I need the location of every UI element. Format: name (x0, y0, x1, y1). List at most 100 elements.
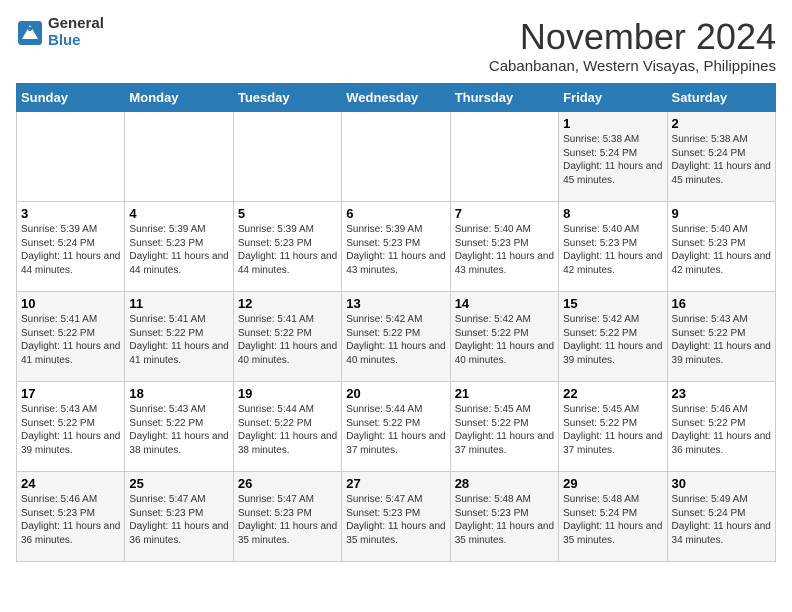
calendar-cell: 7 Sunrise: 5:40 AM Sunset: 5:23 PM Daylig… (450, 202, 558, 292)
day-info: Sunrise: 5:40 AM Sunset: 5:23 PM Dayligh… (563, 223, 662, 277)
day-number: 28 (455, 476, 554, 491)
calendar-cell (342, 112, 450, 202)
calendar-cell: 12Sunrise: 5:41 AM Sunset: 5:22 PM Dayli… (233, 292, 341, 382)
day-number: 10 (21, 296, 120, 311)
calendar-week-3: 10 Sunrise: 5:41 AM Sunset: 5:22 PM Dayli… (17, 292, 776, 382)
calendar-cell: 5 Sunrise: 5:39 AM Sunset: 5:23 PM Daylig… (233, 202, 341, 292)
weekday-header-monday: Monday (125, 84, 233, 112)
calendar-cell: 17Sunrise: 5:43 AM Sunset: 5:22 PM Dayli… (17, 382, 125, 472)
day-number: 19 (238, 386, 337, 401)
day-number: 25 (129, 476, 228, 491)
weekday-header-wednesday: Wednesday (342, 84, 450, 112)
day-info: Sunrise: 5:41 AM Sunset: 5:22 PM Dayligh… (129, 313, 228, 367)
calendar-cell: 3Sunrise: 5:39 AM Sunset: 5:24 PM Daylig… (17, 202, 125, 292)
day-number: 8 (563, 206, 662, 221)
calendar-cell (450, 112, 558, 202)
day-info: Sunrise: 5:47 AM Sunset: 5:23 PM Dayligh… (346, 493, 445, 547)
day-number: 6 (346, 206, 445, 221)
calendar-week-4: 17Sunrise: 5:43 AM Sunset: 5:22 PM Dayli… (17, 382, 776, 472)
day-number: 5 (238, 206, 337, 221)
calendar-cell: 27 Sunrise: 5:47 AM Sunset: 5:23 PM Dayli… (342, 472, 450, 562)
calendar-cell: 26 Sunrise: 5:47 AM Sunset: 5:23 PM Dayli… (233, 472, 341, 562)
header: General Blue November 2024 Cabanbanan, W… (16, 16, 776, 75)
day-info: Sunrise: 5:44 AM Sunset: 5:22 PM Dayligh… (238, 403, 337, 457)
calendar-cell (233, 112, 341, 202)
day-info: Sunrise: 5:41 AM Sunset: 5:22 PM Dayligh… (238, 313, 337, 367)
calendar-cell: 29 Sunrise: 5:48 AM Sunset: 5:24 PM Dayli… (559, 472, 667, 562)
day-info: Sunrise: 5:43 AM Sunset: 5:22 PM Dayligh… (672, 313, 771, 367)
day-info: Sunrise: 5:48 AM Sunset: 5:24 PM Dayligh… (563, 493, 662, 547)
day-number: 23 (672, 386, 771, 401)
calendar-cell: 18 Sunrise: 5:43 AM Sunset: 5:22 PM Dayli… (125, 382, 233, 472)
weekday-header-row: SundayMondayTuesdayWednesdayThursdayFrid… (17, 84, 776, 112)
weekday-header-thursday: Thursday (450, 84, 558, 112)
day-info: Sunrise: 5:39 AM Sunset: 5:23 PM Dayligh… (129, 223, 228, 277)
calendar-cell: 11Sunrise: 5:41 AM Sunset: 5:22 PM Dayli… (125, 292, 233, 382)
day-info: Sunrise: 5:40 AM Sunset: 5:23 PM Dayligh… (672, 223, 771, 277)
day-number: 13 (346, 296, 445, 311)
day-number: 21 (455, 386, 554, 401)
day-number: 4 (129, 206, 228, 221)
day-info: Sunrise: 5:47 AM Sunset: 5:23 PM Dayligh… (129, 493, 228, 547)
day-info: Sunrise: 5:39 AM Sunset: 5:23 PM Dayligh… (238, 223, 337, 277)
calendar-cell: 13Sunrise: 5:42 AM Sunset: 5:22 PM Dayli… (342, 292, 450, 382)
calendar-cell: 25 Sunrise: 5:47 AM Sunset: 5:23 PM Dayli… (125, 472, 233, 562)
calendar-cell: 20 Sunrise: 5:44 AM Sunset: 5:22 PM Dayli… (342, 382, 450, 472)
calendar-week-1: 1Sunrise: 5:38 AM Sunset: 5:24 PM Daylig… (17, 112, 776, 202)
day-number: 24 (21, 476, 120, 491)
calendar-cell: 2 Sunrise: 5:38 AM Sunset: 5:24 PM Daylig… (667, 112, 775, 202)
calendar-cell (125, 112, 233, 202)
calendar-cell: 24 Sunrise: 5:46 AM Sunset: 5:23 PM Dayli… (17, 472, 125, 562)
calendar-cell (17, 112, 125, 202)
day-info: Sunrise: 5:48 AM Sunset: 5:23 PM Dayligh… (455, 493, 554, 547)
weekday-header-friday: Friday (559, 84, 667, 112)
day-number: 15 (563, 296, 662, 311)
calendar-cell: 4 Sunrise: 5:39 AM Sunset: 5:23 PM Daylig… (125, 202, 233, 292)
weekday-header-saturday: Saturday (667, 84, 775, 112)
day-info: Sunrise: 5:44 AM Sunset: 5:22 PM Dayligh… (346, 403, 445, 457)
day-info: Sunrise: 5:42 AM Sunset: 5:22 PM Dayligh… (563, 313, 662, 367)
location-subtitle: Cabanbanan, Western Visayas, Philippines (489, 58, 776, 75)
calendar-cell: 21 Sunrise: 5:45 AM Sunset: 5:22 PM Dayli… (450, 382, 558, 472)
calendar-cell: 19 Sunrise: 5:44 AM Sunset: 5:22 PM Dayli… (233, 382, 341, 472)
calendar-table: SundayMondayTuesdayWednesdayThursdayFrid… (16, 83, 776, 562)
calendar-cell: 30 Sunrise: 5:49 AM Sunset: 5:24 PM Dayli… (667, 472, 775, 562)
day-info: Sunrise: 5:43 AM Sunset: 5:22 PM Dayligh… (129, 403, 228, 457)
calendar-cell: 8 Sunrise: 5:40 AM Sunset: 5:23 PM Daylig… (559, 202, 667, 292)
day-number: 30 (672, 476, 771, 491)
day-info: Sunrise: 5:39 AM Sunset: 5:24 PM Dayligh… (21, 223, 120, 277)
day-info: Sunrise: 5:47 AM Sunset: 5:23 PM Dayligh… (238, 493, 337, 547)
calendar-cell: 23Sunrise: 5:46 AM Sunset: 5:22 PM Dayli… (667, 382, 775, 472)
day-info: Sunrise: 5:42 AM Sunset: 5:22 PM Dayligh… (455, 313, 554, 367)
calendar-cell: 10Sunrise: 5:41 AM Sunset: 5:22 PM Dayli… (17, 292, 125, 382)
title-area: November 2024 Cabanbanan, Western Visaya… (489, 16, 776, 75)
logo-icon (16, 19, 44, 47)
day-number: 18 (129, 386, 228, 401)
day-number: 2 (672, 116, 771, 131)
logo: General Blue (16, 16, 104, 49)
month-title: November 2024 (489, 16, 776, 58)
day-number: 20 (346, 386, 445, 401)
day-number: 29 (563, 476, 662, 491)
calendar-cell: 28 Sunrise: 5:48 AM Sunset: 5:23 PM Dayli… (450, 472, 558, 562)
day-number: 27 (346, 476, 445, 491)
day-info: Sunrise: 5:46 AM Sunset: 5:23 PM Dayligh… (21, 493, 120, 547)
day-number: 22 (563, 386, 662, 401)
logo-blue-text: Blue (48, 33, 104, 50)
calendar-cell: 9 Sunrise: 5:40 AM Sunset: 5:23 PM Daylig… (667, 202, 775, 292)
weekday-header-sunday: Sunday (17, 84, 125, 112)
day-info: Sunrise: 5:45 AM Sunset: 5:22 PM Dayligh… (455, 403, 554, 457)
calendar-cell: 14Sunrise: 5:42 AM Sunset: 5:22 PM Dayli… (450, 292, 558, 382)
day-info: Sunrise: 5:40 AM Sunset: 5:23 PM Dayligh… (455, 223, 554, 277)
calendar-cell: 1Sunrise: 5:38 AM Sunset: 5:24 PM Daylig… (559, 112, 667, 202)
day-number: 9 (672, 206, 771, 221)
day-info: Sunrise: 5:38 AM Sunset: 5:24 PM Dayligh… (672, 133, 771, 187)
calendar-cell: 16 Sunrise: 5:43 AM Sunset: 5:22 PM Dayli… (667, 292, 775, 382)
calendar-week-5: 24 Sunrise: 5:46 AM Sunset: 5:23 PM Dayli… (17, 472, 776, 562)
day-info: Sunrise: 5:49 AM Sunset: 5:24 PM Dayligh… (672, 493, 771, 547)
day-number: 16 (672, 296, 771, 311)
day-number: 26 (238, 476, 337, 491)
day-info: Sunrise: 5:38 AM Sunset: 5:24 PM Dayligh… (563, 133, 662, 187)
day-number: 7 (455, 206, 554, 221)
day-info: Sunrise: 5:45 AM Sunset: 5:22 PM Dayligh… (563, 403, 662, 457)
